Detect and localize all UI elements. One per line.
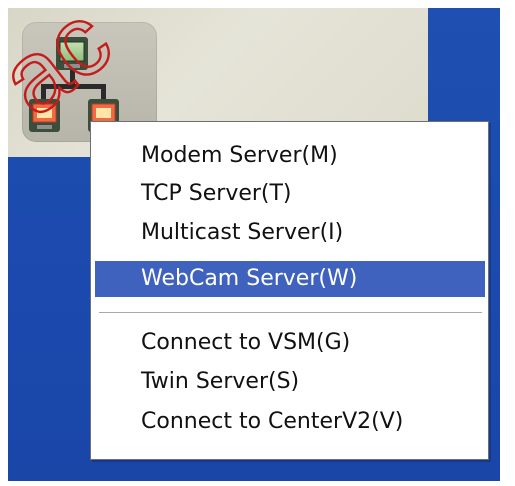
menu-item-connect-to-centerv2[interactable]: Connect to CenterV2(V) <box>95 404 485 440</box>
context-menu: Modem Server(M) TCP Server(T) Multicast … <box>90 121 489 460</box>
menu-item-tcp-server[interactable]: TCP Server(T) <box>95 176 485 212</box>
menu-separator <box>99 312 482 314</box>
menu-item-webcam-server[interactable]: WebCam Server(W) <box>95 261 485 297</box>
screen: ac Modem Server(M) TCP Server(T) Multica… <box>0 0 515 486</box>
menu-item-twin-server[interactable]: Twin Server(S) <box>95 364 485 400</box>
menu-item-multicast-server[interactable]: Multicast Server(I) <box>95 215 485 251</box>
menu-item-connect-to-vsm[interactable]: Connect to VSM(G) <box>95 325 485 361</box>
menu-item-modem-server[interactable]: Modem Server(M) <box>95 138 485 174</box>
